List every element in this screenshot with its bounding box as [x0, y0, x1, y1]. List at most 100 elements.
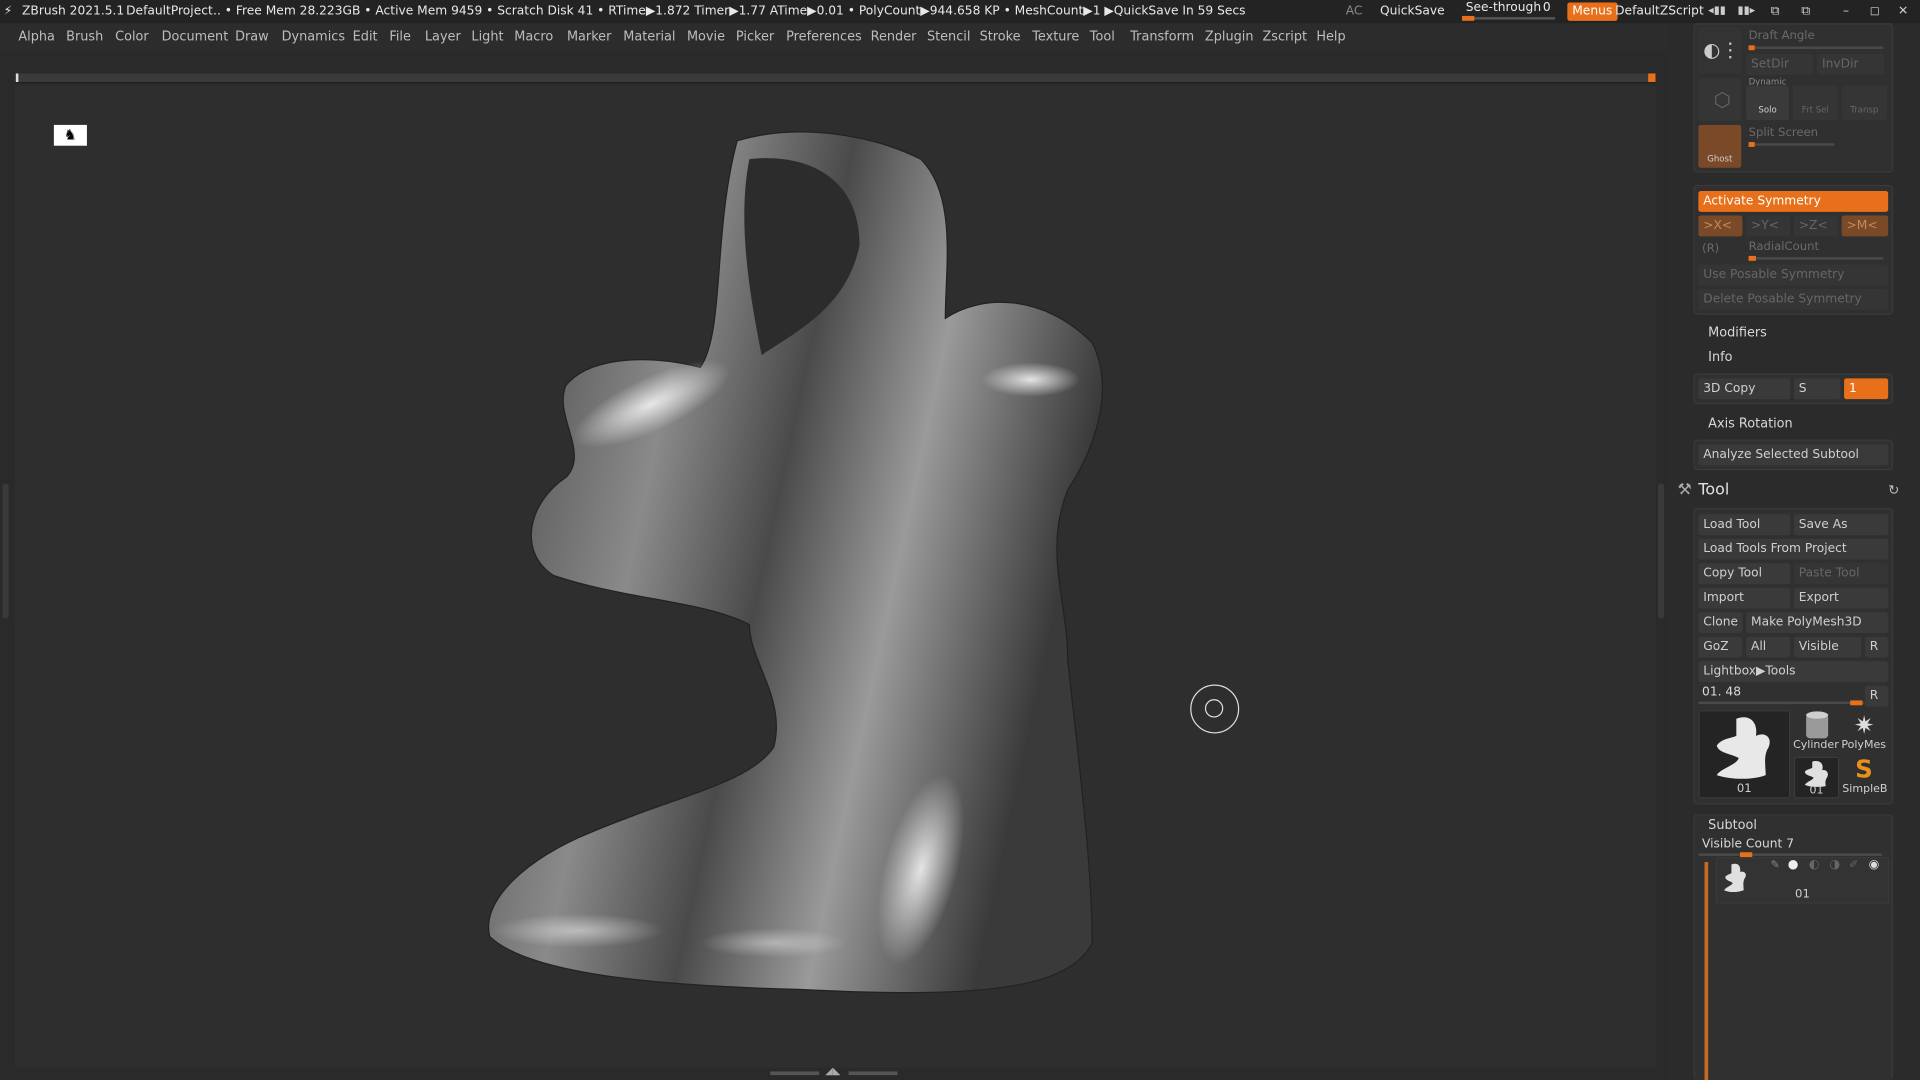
canvas-viewport[interactable]: [14, 85, 1656, 1068]
timeline-track[interactable]: [14, 73, 1656, 84]
axis-rotation-header[interactable]: Axis Rotation: [1708, 416, 1793, 431]
menu-file[interactable]: File: [389, 23, 411, 50]
close-icon[interactable]: ✕: [1898, 0, 1908, 23]
subtool-material-icon[interactable]: ◐: [1809, 858, 1820, 871]
menu-material[interactable]: Material: [623, 23, 675, 50]
activate-symmetry-button[interactable]: Activate Symmetry: [1698, 191, 1889, 212]
menu-edit[interactable]: Edit: [353, 23, 378, 50]
default-zscript[interactable]: DefaultZScript: [1615, 0, 1704, 23]
visible-count-slider[interactable]: [1698, 852, 1883, 858]
figure-icon[interactable]: ♞: [53, 124, 87, 146]
copy3d-button[interactable]: 3D Copy: [1698, 378, 1791, 400]
menu-preferences[interactable]: Preferences: [786, 23, 862, 50]
menu-color[interactable]: Color: [115, 23, 149, 50]
right-tray-handle[interactable]: [1657, 483, 1665, 619]
symmetry-m-button[interactable]: >M<: [1841, 215, 1889, 237]
tool-thumb-simplebrush[interactable]: S SimpleB: [1842, 754, 1889, 799]
subtool-dynamic-icon[interactable]: ◑: [1829, 858, 1840, 871]
menu-light[interactable]: Light: [471, 23, 503, 50]
subtool-eye-icon[interactable]: ◉: [1869, 858, 1880, 871]
window-copy-icon[interactable]: ⧉: [1801, 0, 1810, 23]
ac-label[interactable]: AC: [1346, 0, 1363, 23]
frt-sel-button[interactable]: Frt Sel: [1792, 85, 1838, 121]
clone-button[interactable]: Clone: [1698, 612, 1743, 634]
split-screen-slider[interactable]: [1748, 142, 1835, 147]
menu-marker[interactable]: Marker: [567, 23, 611, 50]
draft-angle-slider[interactable]: [1748, 45, 1884, 51]
subtool-polypaint-icon[interactable]: ●: [1788, 858, 1799, 871]
minimize-icon[interactable]: –: [1843, 0, 1849, 23]
left-tray-handle[interactable]: [2, 483, 9, 619]
menu-help[interactable]: Help: [1316, 23, 1345, 50]
window-layout-icon[interactable]: ⧉: [1771, 0, 1780, 23]
refresh-icon[interactable]: ↻: [1888, 482, 1899, 498]
menu-zplugin[interactable]: Zplugin: [1205, 23, 1254, 50]
goz-all-button[interactable]: All: [1746, 636, 1791, 658]
tool-thumb-polymesh[interactable]: ✷ PolyMes: [1841, 710, 1889, 754]
copy3d-value[interactable]: 1: [1844, 378, 1889, 400]
bottom-tray-handle[interactable]: ◢◣: [770, 1065, 900, 1077]
radial-r-label[interactable]: (R): [1702, 242, 1719, 255]
use-posable-symmetry-button[interactable]: Use Posable Symmetry: [1698, 264, 1889, 286]
lightbox-tools-button[interactable]: Lightbox▶Tools: [1698, 661, 1889, 683]
symmetry-y-button[interactable]: >Y<: [1746, 215, 1791, 237]
make-polymesh-button[interactable]: Make PolyMesh3D: [1746, 612, 1889, 634]
tool-palette-title[interactable]: Tool: [1698, 481, 1729, 499]
menu-tool[interactable]: Tool: [1090, 23, 1115, 50]
symmetry-x-button[interactable]: >X<: [1698, 215, 1743, 237]
project-name[interactable]: DefaultProject: [126, 0, 213, 23]
quicksave-button[interactable]: QuickSave: [1380, 0, 1445, 23]
load-tool-button[interactable]: Load Tool: [1698, 514, 1791, 536]
floor-grid-icon[interactable]: ⬡: [1698, 78, 1742, 122]
menu-draw[interactable]: Draw: [235, 23, 269, 50]
layout-left-icon[interactable]: ◂▮▮: [1708, 0, 1726, 23]
setdir-button[interactable]: SetDir: [1746, 53, 1814, 75]
persp-toggle-icon[interactable]: ◐⋮: [1698, 26, 1742, 74]
restore-icon[interactable]: ◻: [1870, 0, 1880, 23]
tool-thumb-main[interactable]: 01: [1698, 710, 1791, 799]
radial-count-slider[interactable]: [1748, 255, 1884, 261]
solo-button[interactable]: Solo: [1746, 85, 1789, 121]
subtool-brush-icon[interactable]: ✎: [1771, 860, 1780, 872]
save-as-button[interactable]: Save As: [1793, 514, 1889, 536]
tool-thumb-cylinder[interactable]: Cylinder: [1793, 710, 1839, 754]
menu-brush[interactable]: Brush: [66, 23, 103, 50]
subtool-scrollbar[interactable]: [1704, 862, 1709, 1080]
menus-button[interactable]: Menus: [1567, 2, 1618, 21]
transp-button[interactable]: Transp: [1841, 85, 1887, 121]
menu-stroke[interactable]: Stroke: [980, 23, 1021, 50]
import-button[interactable]: Import: [1698, 587, 1791, 609]
goz-r-button[interactable]: R: [1864, 636, 1889, 658]
analyze-subtool-button[interactable]: Analyze Selected Subtool: [1698, 444, 1889, 466]
load-tools-from-project-button[interactable]: Load Tools From Project: [1698, 538, 1889, 560]
current-tool-r-button[interactable]: R: [1864, 685, 1889, 707]
menu-layer[interactable]: Layer: [425, 23, 461, 50]
copy3d-s-button[interactable]: S: [1793, 378, 1841, 400]
menu-transform[interactable]: Transform: [1130, 23, 1194, 50]
menu-texture[interactable]: Texture: [1032, 23, 1079, 50]
export-button[interactable]: Export: [1793, 587, 1889, 609]
goz-visible-button[interactable]: Visible: [1793, 636, 1862, 658]
goz-button[interactable]: GoZ: [1698, 636, 1743, 658]
menu-alpha[interactable]: Alpha: [18, 23, 55, 50]
menu-macro[interactable]: Macro: [514, 23, 553, 50]
paste-tool-button[interactable]: Paste Tool: [1793, 563, 1889, 585]
menu-render[interactable]: Render: [871, 23, 917, 50]
tool-thumb-01-small[interactable]: 01: [1793, 756, 1840, 799]
subtool-header[interactable]: Subtool: [1708, 818, 1757, 833]
invdir-button[interactable]: InvDir: [1817, 53, 1885, 75]
modifiers-header[interactable]: Modifiers: [1708, 326, 1767, 341]
current-tool-slider[interactable]: [1698, 700, 1864, 706]
copy-tool-button[interactable]: Copy Tool: [1698, 563, 1791, 585]
subtool-lock-icon[interactable]: ✐: [1849, 860, 1858, 872]
subtool-item[interactable]: ✎ ● ◐ ◑ ✐ ◉ 01: [1715, 857, 1890, 904]
see-through-slider[interactable]: [1462, 15, 1556, 21]
layout-right-icon[interactable]: ▮▮▸: [1738, 0, 1756, 23]
menu-document[interactable]: Document: [162, 23, 229, 50]
menu-zscript[interactable]: Zscript: [1262, 23, 1307, 50]
symmetry-z-button[interactable]: >Z<: [1793, 215, 1838, 237]
ghost-button[interactable]: Ghost: [1698, 124, 1742, 168]
info-header[interactable]: Info: [1708, 350, 1732, 365]
delete-posable-symmetry-button[interactable]: Delete Posable Symmetry: [1698, 288, 1889, 310]
menu-movie[interactable]: Movie: [687, 23, 725, 50]
